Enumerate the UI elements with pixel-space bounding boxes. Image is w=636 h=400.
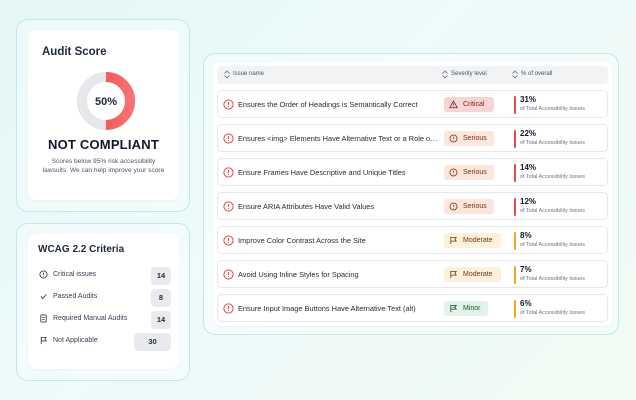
issues-table: Issue name Severity level % of overall E… [213, 62, 612, 326]
severity-badge: Serious [444, 131, 494, 146]
document-icon [40, 314, 47, 323]
alert-circle-icon [223, 303, 234, 314]
issue-name: Ensures the Order of Headings is Semanti… [238, 100, 418, 109]
donut-percent-label: 50% [95, 96, 117, 108]
flag-icon [450, 236, 457, 245]
severity-label: Serious [463, 203, 487, 210]
column-header-severity[interactable]: Severity level [451, 71, 487, 77]
percent-caption: of Total Accessibility Issues [520, 276, 585, 282]
percent-caption: of Total Accessibility Issues [520, 242, 585, 248]
wcag-count: 14 [151, 267, 171, 285]
severity-label: Serious [463, 135, 487, 142]
wcag-label: Critical issues [53, 271, 97, 278]
audit-score-donut: 50% [77, 72, 135, 130]
alert-circle-icon [449, 134, 458, 143]
percent-indicator-bar [514, 232, 516, 250]
severity-badge: Serious [444, 199, 494, 214]
alert-circle-icon [223, 235, 234, 246]
severity-label: Serious [463, 169, 487, 176]
percent-indicator-bar [514, 164, 516, 182]
issue-row[interactable]: Improve Color Contrast Across the Site Mo… [217, 226, 608, 254]
severity-label: Moderate [463, 237, 493, 244]
issue-row[interactable]: Ensure ARIA Attributes Have Valid Values… [217, 192, 608, 220]
percent-caption: of Total Accessibility Issues [520, 208, 585, 214]
percent-indicator-bar [514, 266, 516, 284]
wcag-title: WCAG 2.2 Criteria [38, 244, 125, 255]
issue-row[interactable]: Ensure Frames Have Descriptive and Uniqu… [217, 158, 608, 186]
check-icon [40, 294, 47, 300]
wcag-count: 30 [134, 333, 171, 351]
wcag-row-critical: Critical issues 14 [36, 267, 171, 285]
wcag-row-manual: Required Manual Audits 14 [36, 311, 171, 329]
issue-name: Ensure Frames Have Descriptive and Uniqu… [238, 168, 406, 177]
wcag-row-passed: Passed Audits 8 [36, 289, 171, 307]
issue-name: Ensures <img> Elements Have Alternative … [238, 134, 438, 143]
severity-badge: Critical [444, 97, 494, 112]
alert-circle-icon [449, 202, 458, 211]
issue-row[interactable]: Ensure Input Image Buttons Have Alternat… [217, 294, 608, 322]
percent-caption: of Total Accessibility Issues [520, 140, 585, 146]
percent-indicator-bar [514, 130, 516, 148]
alert-circle-icon [223, 99, 234, 110]
audit-score-title: Audit Score [42, 46, 107, 58]
issue-row[interactable]: Ensures the Order of Headings is Semanti… [217, 90, 608, 118]
percent-value: 14% [520, 163, 537, 172]
percent-value: 22% [520, 129, 537, 138]
table-header: Issue name Severity level % of overall [217, 66, 608, 84]
percent-value: 8% [520, 231, 532, 240]
issue-name: Ensure ARIA Attributes Have Valid Values [238, 202, 375, 211]
percent-value: 6% [520, 299, 532, 308]
issue-name: Improve Color Contrast Across the Site [238, 236, 366, 245]
wcag-card: WCAG 2.2 Criteria Critical issues 14 Pas… [28, 234, 179, 369]
percent-caption: of Total Accessibility Issues [520, 106, 585, 112]
score-note: Scores below 95% risk accessibility laws… [42, 158, 165, 174]
alert-circle-icon [223, 269, 234, 280]
percent-value: 31% [520, 95, 537, 104]
wcag-count: 8 [151, 289, 171, 307]
sort-icon[interactable] [511, 70, 519, 79]
audit-score-card: Audit Score 50% NOT COMPLIANT Scores bel… [28, 30, 179, 200]
issue-row[interactable]: Avoid Using Inline Styles for Spacing Mod… [217, 260, 608, 288]
wcag-label: Passed Audits [53, 293, 98, 300]
wcag-label: Not Applicable [53, 337, 98, 344]
severity-label: Minor [463, 305, 481, 312]
severity-label: Moderate [463, 271, 493, 278]
severity-badge: Moderate [444, 267, 501, 282]
percent-value: 7% [520, 265, 532, 274]
issue-name: Ensure Input Image Buttons Have Alternat… [238, 304, 416, 313]
severity-badge: Minor [444, 301, 488, 316]
flag-icon [450, 304, 457, 313]
flag-icon [40, 336, 47, 345]
alert-circle-icon [223, 167, 234, 178]
percent-caption: of Total Accessibility Issues [520, 310, 585, 316]
percent-indicator-bar [514, 96, 516, 114]
warning-triangle-icon [449, 100, 458, 109]
compliance-status: NOT COMPLIANT [48, 137, 159, 152]
column-header-percent[interactable]: % of overall [521, 71, 552, 77]
alert-circle-icon [223, 133, 234, 144]
percent-value: 12% [520, 197, 537, 206]
percent-indicator-bar [514, 198, 516, 216]
wcag-row-not-applicable: Not Applicable 30 [36, 333, 171, 351]
sort-icon[interactable] [441, 70, 449, 79]
flag-icon [450, 270, 457, 279]
issue-name: Avoid Using Inline Styles for Spacing [238, 270, 359, 279]
percent-indicator-bar [514, 300, 516, 318]
alert-circle-icon [39, 270, 48, 279]
percent-caption: of Total Accessibility Issues [520, 174, 585, 180]
wcag-count: 14 [151, 311, 171, 329]
alert-circle-icon [449, 168, 458, 177]
wcag-label: Required Manual Audits [53, 315, 128, 322]
severity-label: Critical [463, 101, 485, 108]
column-header-issue-name[interactable]: Issue name [233, 71, 264, 77]
alert-circle-icon [223, 201, 234, 212]
issue-row[interactable]: Ensures <img> Elements Have Alternative … [217, 124, 608, 152]
severity-badge: Serious [444, 165, 494, 180]
severity-badge: Moderate [444, 233, 501, 248]
sort-icon[interactable] [223, 70, 231, 79]
